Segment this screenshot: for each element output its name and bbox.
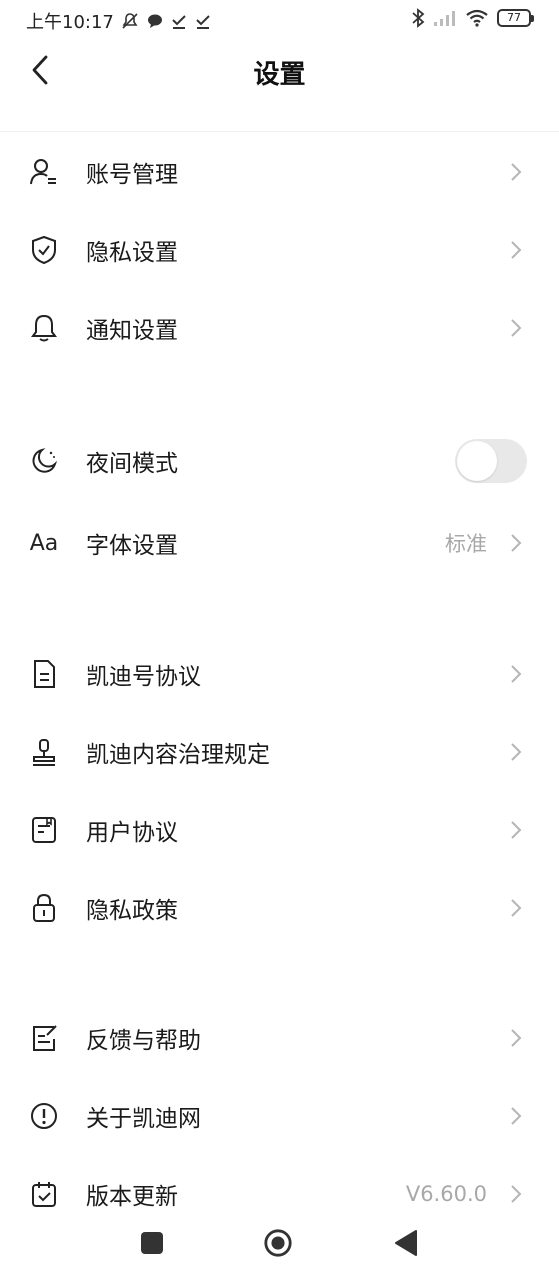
bell-icon (28, 312, 60, 344)
chevron-right-icon (511, 821, 522, 839)
chevron-right-icon (511, 319, 522, 337)
chat-icon (147, 14, 162, 28)
status-left: 上午10:17 (26, 8, 212, 34)
content-governance-row[interactable]: 凯迪内容治理规定 (0, 713, 559, 791)
account-management-row[interactable]: 账号管理 (0, 133, 559, 211)
battery-icon: 77 (497, 9, 534, 27)
chevron-right-icon (511, 899, 522, 917)
chevron-right-icon (511, 1107, 522, 1125)
battery-level: 77 (507, 11, 521, 24)
square-icon (141, 1232, 163, 1254)
account-management-label: 账号管理 (86, 162, 178, 188)
bluetooth-icon (412, 8, 425, 28)
home-circle-icon (264, 1229, 292, 1257)
font-settings-row[interactable]: Aa 字体设置 标准 (0, 503, 559, 583)
version-value: V6.60.0 (405, 1182, 487, 1206)
night-mode-toggle[interactable] (455, 439, 527, 483)
agreement-icon (28, 814, 60, 846)
chevron-right-icon (511, 534, 522, 552)
status-bar: 上午10:17 77 (0, 0, 559, 42)
system-nav-bar (0, 1210, 559, 1280)
calendar-check-icon (28, 1178, 60, 1210)
font-size-icon-text: Aa (29, 530, 59, 556)
night-mode-row: 夜间模式 (0, 419, 559, 503)
kaidi-account-agreement-row[interactable]: 凯迪号协议 (0, 635, 559, 713)
notification-settings-row[interactable]: 通知设置 (0, 289, 559, 367)
night-mode-label: 夜间模式 (86, 451, 178, 477)
status-time: 上午10:17 (26, 12, 114, 33)
user-agreement-row[interactable]: 用户协议 (0, 791, 559, 869)
moon-icon (28, 445, 60, 477)
version-update-label: 版本更新 (86, 1184, 178, 1210)
chevron-right-icon (511, 1185, 522, 1203)
kaidi-account-agreement-label: 凯迪号协议 (86, 664, 201, 690)
wifi-icon (466, 9, 488, 27)
settings-list: 账号管理 隐私设置 通知设置 夜间模式 Aa 字体设置 标准 凯迪号协议 凯迪内… (0, 133, 559, 1233)
download-done-icon (172, 15, 186, 29)
privacy-policy-label: 隐私政策 (86, 898, 178, 924)
download-done-icon (196, 15, 210, 29)
privacy-settings-label: 隐私设置 (86, 240, 178, 266)
shield-icon (28, 234, 60, 266)
privacy-policy-row[interactable]: 隐私政策 (0, 869, 559, 947)
feedback-help-row[interactable]: 反馈与帮助 (0, 999, 559, 1077)
font-settings-value: 标准 (445, 532, 487, 556)
privacy-settings-row[interactable]: 隐私设置 (0, 211, 559, 289)
feedback-icon (28, 1022, 60, 1054)
font-size-icon: Aa (28, 527, 60, 559)
document-icon (28, 658, 60, 690)
back-nav-button[interactable] (391, 1228, 421, 1258)
chevron-right-icon (511, 163, 522, 181)
about-label: 关于凯迪网 (86, 1106, 201, 1132)
lock-icon (28, 892, 60, 924)
user-agreement-label: 用户协议 (86, 820, 178, 846)
home-button[interactable] (263, 1228, 293, 1258)
user-icon (28, 156, 60, 188)
chevron-right-icon (511, 665, 522, 683)
recent-apps-button[interactable] (137, 1228, 167, 1258)
signal-icon (434, 11, 455, 26)
status-right: 77 (411, 8, 534, 28)
stamp-icon (28, 736, 60, 768)
chevron-right-icon (511, 743, 522, 761)
info-icon (28, 1100, 60, 1132)
nav-bar: 设置 (0, 42, 559, 132)
mute-icon (122, 13, 138, 29)
toggle-knob (457, 441, 497, 481)
about-row[interactable]: 关于凯迪网 (0, 1077, 559, 1155)
font-settings-label: 字体设置 (86, 533, 178, 559)
notification-settings-label: 通知设置 (86, 318, 178, 344)
page-title: 设置 (253, 60, 306, 90)
chevron-right-icon (511, 1029, 522, 1047)
feedback-help-label: 反馈与帮助 (86, 1028, 201, 1054)
chevron-right-icon (511, 241, 522, 259)
content-governance-label: 凯迪内容治理规定 (86, 742, 270, 768)
triangle-back-icon (395, 1230, 417, 1256)
